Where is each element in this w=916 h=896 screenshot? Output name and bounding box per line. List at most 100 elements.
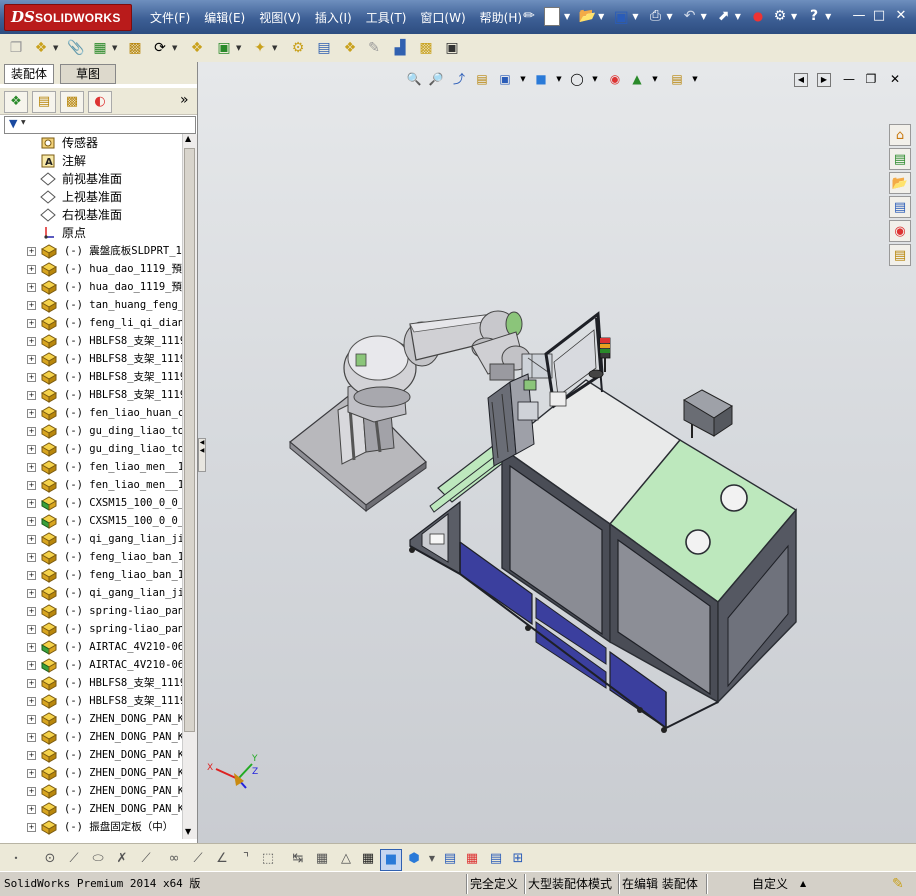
new-document-icon[interactable] <box>544 6 560 26</box>
help-icon[interactable]: ? <box>803 4 825 28</box>
tree-expand-toggle[interactable]: + <box>27 283 36 292</box>
scroll-down-arrow[interactable]: ▼ <box>185 827 191 836</box>
tree-item[interactable]: + (-) ZHEN_DONG_PAN_KO <box>0 728 182 746</box>
3d-box-icon[interactable]: ▦ <box>358 849 378 869</box>
centerline-icon[interactable]: ⊙ <box>40 849 60 869</box>
tree-item[interactable]: + (-) qi_gang_lian_jie <box>0 530 182 548</box>
new-dropdown-arrow[interactable]: ▼ <box>564 12 570 21</box>
tree-expand-toggle[interactable]: + <box>27 517 36 526</box>
tree-item[interactable]: + (-) HBLFS8_支架_1119 <box>0 386 182 404</box>
tree-item[interactable]: + (-) ZHEN_DONG_PAN_KO <box>0 746 182 764</box>
tree-expand-toggle[interactable]: + <box>27 643 36 652</box>
tab-sketch[interactable]: 草图 <box>60 64 116 84</box>
tree-item[interactable]: + (-) feng_li_qi_dian_ <box>0 314 182 332</box>
scroll-up-arrow[interactable]: ▲ <box>185 134 191 143</box>
tree-expand-toggle[interactable]: + <box>27 805 36 814</box>
select-dropdown-arrow[interactable]: ▼ <box>735 12 741 21</box>
print-dropdown-arrow[interactable]: ▼ <box>666 12 672 21</box>
corner-icon[interactable]: ⌝ <box>236 849 256 869</box>
tree-expand-toggle[interactable]: + <box>27 697 36 706</box>
standard-views-icon[interactable]: ▤ <box>440 849 460 869</box>
menu-window[interactable]: 窗口(W) <box>420 9 465 26</box>
tree-item[interactable]: 上视基准面 <box>0 188 182 206</box>
menu-view[interactable]: 视图(V) <box>259 9 301 26</box>
tree-item[interactable]: + (-) HBLFS8_支架_1119 <box>0 350 182 368</box>
exploded-view-icon[interactable]: ❖ <box>340 38 360 58</box>
save-icon[interactable]: ▣ <box>610 4 632 28</box>
move-dropdown-arrow[interactable]: ▼ <box>172 44 177 52</box>
status-custom-units[interactable]: 自定义 <box>752 875 788 893</box>
show-hidden-icon[interactable]: ❖ <box>187 38 207 58</box>
open-folder-icon[interactable]: 📂 <box>576 4 598 28</box>
tree-expand-toggle[interactable]: + <box>27 301 36 310</box>
tree-item[interactable]: 传感器 <box>0 134 182 152</box>
edit-component-icon[interactable]: ▩ <box>125 38 145 58</box>
tree-item[interactable]: + (-) fen_liao_huan_ch <box>0 404 182 422</box>
explode-line-sketch-icon[interactable]: ✎ <box>364 38 384 58</box>
large-assembly-mode-icon[interactable]: ▣ <box>442 38 462 58</box>
help-dropdown-arrow[interactable]: ▼ <box>825 12 831 21</box>
tree-item[interactable]: + (-) hua_dao_1119_預齢 <box>0 260 182 278</box>
filter-funnel-icon[interactable]: ▼ <box>9 117 17 130</box>
tree-expand-toggle[interactable]: + <box>27 535 36 544</box>
open-dropdown-arrow[interactable]: ▼ <box>598 12 604 21</box>
appearance-bar-icon[interactable]: ▦ <box>462 849 482 869</box>
paperclip-mate-icon[interactable]: 📎 <box>66 38 86 58</box>
tree-item[interactable]: + (-) 振盘固定板（中） <box>0 818 182 836</box>
extend-icon[interactable]: ⟋ <box>136 849 156 869</box>
tree-item[interactable]: + (-) spring-liao_pan_ <box>0 602 182 620</box>
tree-item[interactable]: + (-) fen_liao_men__11 <box>0 458 182 476</box>
tree-item[interactable]: 前视基准面 <box>0 170 182 188</box>
window-close-button[interactable]: ✕ <box>892 8 910 24</box>
reference-geometry-icon[interactable]: ✦ <box>250 38 270 58</box>
rebuild-status-icon[interactable]: ✎ <box>892 875 904 893</box>
tree-expand-toggle[interactable]: + <box>27 661 36 670</box>
tree-item[interactable]: + (-) HBLFS8_支架_1119 <box>0 674 182 692</box>
undo-icon[interactable]: ↶ <box>679 4 701 28</box>
tree-expand-toggle[interactable]: + <box>27 319 36 328</box>
tree-item[interactable]: + (-) HBLFS8_支架_1119 <box>0 332 182 350</box>
offset-icon[interactable]: ⟋ <box>188 849 208 869</box>
tree-expand-toggle[interactable]: + <box>27 409 36 418</box>
tree-item[interactable]: + (-) ZHEN_DONG_PAN_KO <box>0 764 182 782</box>
tree-expand-toggle[interactable]: + <box>27 715 36 724</box>
tree-item[interactable]: + (-) qi_gang_lian_jie <box>0 584 182 602</box>
solidworks-logo[interactable]: DS SOLIDWORKS <box>4 4 132 31</box>
tree-expand-toggle[interactable]: + <box>27 787 36 796</box>
tree-expand-toggle[interactable]: + <box>27 373 36 382</box>
property-manager-icon[interactable]: ▤ <box>32 91 56 113</box>
panel-expand-icon[interactable]: » <box>180 92 189 108</box>
tree-expand-toggle[interactable]: + <box>27 769 36 778</box>
tree-item[interactable]: + (-) spring-liao_pan_ <box>0 620 182 638</box>
bill-of-materials-icon[interactable]: ▤ <box>314 38 334 58</box>
tree-expand-toggle[interactable]: + <box>27 571 36 580</box>
tree-item[interactable]: A 注解 <box>0 152 182 170</box>
tree-expand-toggle[interactable]: + <box>27 481 36 490</box>
select-arrow-icon[interactable]: ⬈ <box>713 4 735 28</box>
tree-item[interactable]: 原点 <box>0 224 182 242</box>
reference-dropdown-arrow[interactable]: ▼ <box>272 44 277 52</box>
assembly-features-icon[interactable]: ▣ <box>214 38 234 58</box>
menu-insert[interactable]: 插入(I) <box>315 9 352 26</box>
tree-item[interactable]: + (-) feng_liao_ban_11 <box>0 548 182 566</box>
tree-expand-toggle[interactable]: + <box>27 427 36 436</box>
graphics-viewport[interactable]: 🔍 🔎 ⤴ ▤ ▣ ▼ ■ ▼ ◯ ▼ ◉ ▲ ▼ ▤ ▼ ◀ ▶ — ❐ ✕ … <box>198 62 916 843</box>
options-dropdown-arrow[interactable]: ▼ <box>791 12 797 21</box>
feature-manager-icon[interactable]: ❖ <box>4 91 28 113</box>
units-dropdown-arrow[interactable]: ▲ <box>800 875 806 893</box>
dimension-icon[interactable]: ↹ <box>288 849 308 869</box>
tree-item[interactable]: + (-) tan_huang_feng_l <box>0 296 182 314</box>
tree-item[interactable]: + (-) HBLFS8_支架_1119 <box>0 692 182 710</box>
tree-expand-toggle[interactable]: + <box>27 751 36 760</box>
instant3d-icon[interactable]: ▩ <box>416 38 436 58</box>
print-icon[interactable]: ⎙ <box>644 4 666 28</box>
new-part-dropdown-arrow[interactable]: ▼ <box>53 44 58 52</box>
point-icon[interactable]: • <box>6 849 26 869</box>
menu-help[interactable]: 帮助(H) <box>480 9 522 26</box>
features-dropdown-arrow[interactable]: ▼ <box>236 44 241 52</box>
grid-icon[interactable]: ▦ <box>312 849 332 869</box>
tree-item[interactable]: + (-) ZHEN_DONG_PAN_KO <box>0 800 182 818</box>
tab-assembly[interactable]: 装配体 <box>4 64 55 84</box>
tree-expand-toggle[interactable]: + <box>27 337 36 346</box>
tree-item[interactable]: + (-) hua_dao_1119_預齢 <box>0 278 182 296</box>
